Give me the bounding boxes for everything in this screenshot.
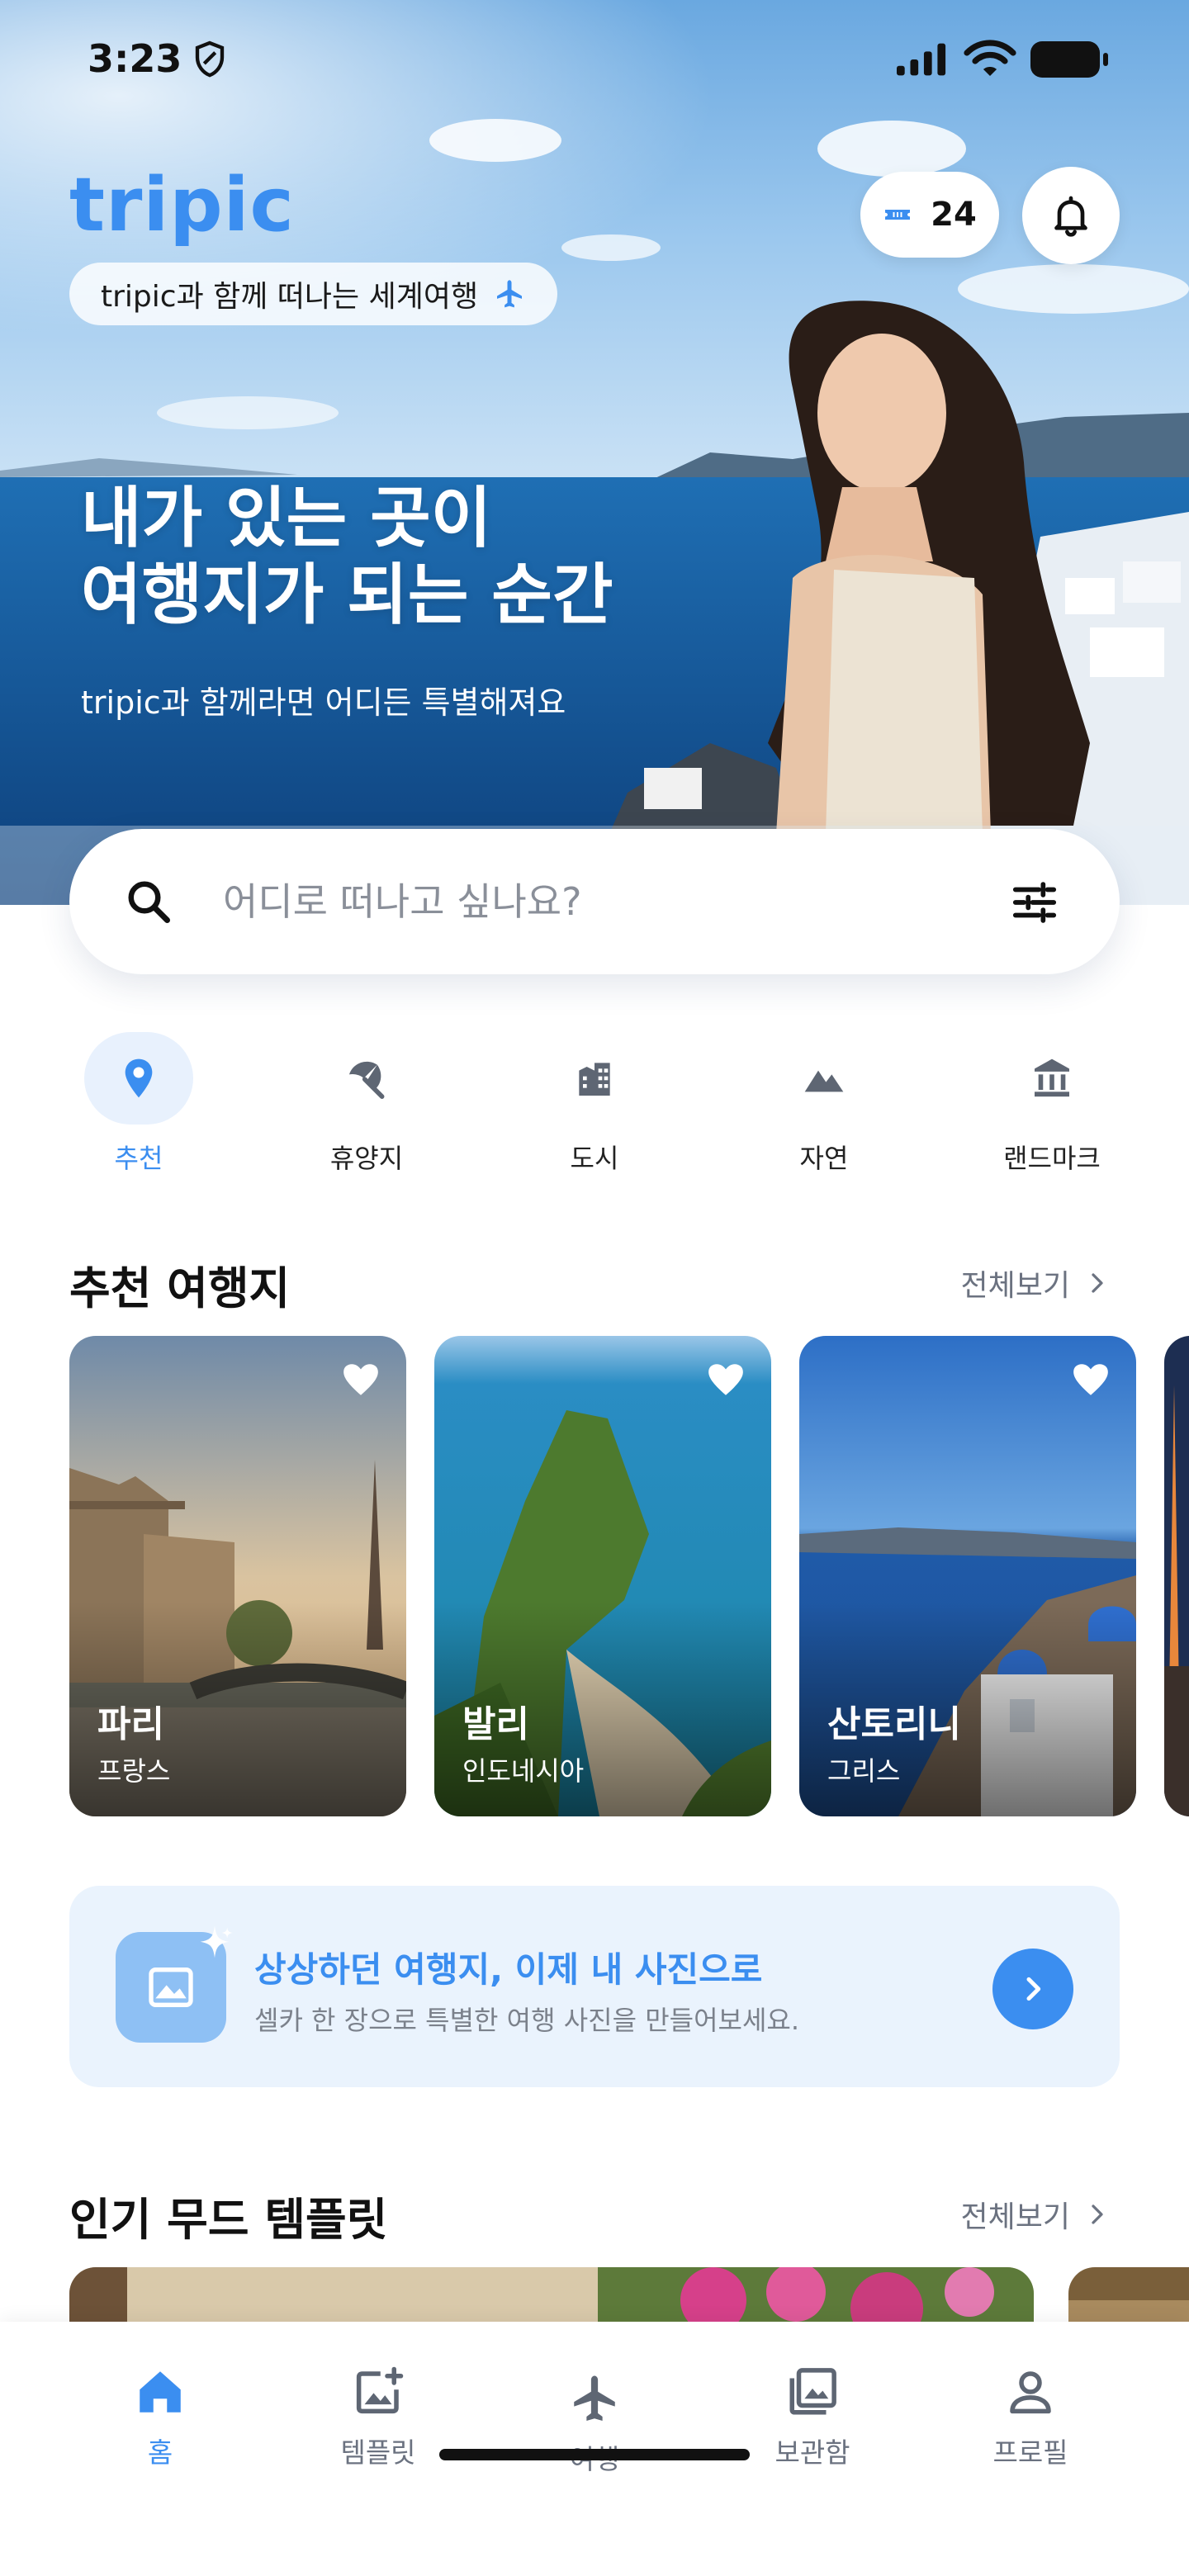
destination-city: 발리 — [462, 1703, 529, 1745]
tab-home[interactable]: 홈 — [78, 2365, 243, 2470]
bell-icon — [1054, 196, 1087, 237]
ticket-counter-button[interactable]: 24 — [860, 172, 999, 258]
brand-logo: tripic — [69, 162, 295, 249]
category-recommended[interactable]: 추천 — [56, 1032, 221, 1181]
tagline-text: tripic과 함께 떠나는 세계여행 — [101, 280, 479, 314]
tab-label: 템플릿 — [340, 2436, 416, 2469]
templates-section-title: 인기 무드 템플릿 — [69, 2194, 388, 2246]
category-label: 도시 — [570, 1143, 619, 1174]
destination-country: 프랑스 — [97, 1755, 171, 1787]
destination-country: 그리스 — [827, 1755, 901, 1787]
template-add-icon — [356, 2366, 404, 2414]
search-icon — [128, 881, 170, 923]
tab-label: 홈 — [147, 2436, 173, 2469]
category-nature[interactable]: 자연 — [741, 1032, 907, 1181]
mountain-icon — [804, 1070, 844, 1092]
destination-city: 파리 — [97, 1703, 164, 1745]
landmark-icon — [1035, 1058, 1069, 1097]
home-icon — [140, 2371, 181, 2413]
hero-background-image — [0, 0, 1189, 905]
sparkle-icon — [200, 1925, 233, 1958]
category-label: 자연 — [799, 1143, 849, 1174]
templates-see-all-link[interactable]: 전체보기 — [961, 2193, 1110, 2236]
hero-banner: 3:23 tripic tripic과 함께 떠나는 세계여행 24 내가 있는… — [0, 0, 1189, 905]
status-time: 3:23 — [88, 36, 182, 81]
see-all-label: 전체보기 — [960, 1269, 1070, 1303]
notification-button[interactable] — [1022, 167, 1120, 264]
promo-title: 상상하던 여행지, 이제 내 사진으로 — [254, 1949, 763, 1990]
chevron-right-icon — [1092, 2204, 1103, 2224]
category-label: 랜드마크 — [1003, 1143, 1101, 1174]
city-icon — [579, 1063, 610, 1096]
destination-card[interactable]: 산토리니 그리스 — [799, 1336, 1136, 1816]
ai-photo-promo-banner[interactable]: 상상하던 여행지, 이제 내 사진으로 셀카 한 장으로 특별한 여행 사진을 … — [69, 1886, 1120, 2087]
destination-card[interactable] — [1164, 1336, 1189, 1816]
tab-templates[interactable]: 템플릿 — [296, 2365, 461, 2470]
hero-title-line-1: 내가 있는 곳이 — [81, 480, 492, 556]
tab-trip[interactable]: 여행 — [512, 2371, 677, 2477]
hero-title-line-2: 여행지가 되는 순간 — [81, 556, 613, 633]
tagline-pill: tripic과 함께 떠나는 세계여행 — [69, 263, 558, 325]
destination-card[interactable]: 발리 인도네시아 — [434, 1336, 771, 1816]
destination-card[interactable]: 파리 프랑스 — [69, 1336, 406, 1816]
recommended-section-title: 추천 여행지 — [69, 1262, 291, 1314]
ticket-count: 24 — [931, 196, 977, 234]
tab-library[interactable]: 보관함 — [730, 2365, 895, 2470]
image-icon — [149, 1968, 193, 2007]
chevron-right-icon — [1026, 1977, 1041, 2001]
category-resort[interactable]: 휴양지 — [284, 1032, 449, 1181]
filter-icon[interactable] — [1009, 877, 1060, 928]
hero-subtitle: tripic과 함께라면 어디든 특별해져요 — [81, 684, 566, 721]
heart-icon[interactable] — [340, 1359, 381, 1400]
profile-icon — [1010, 2371, 1051, 2414]
see-all-label: 전체보기 — [960, 2200, 1070, 2234]
battery-icon — [1030, 41, 1108, 78]
heart-icon[interactable] — [705, 1359, 746, 1400]
category-label: 추천 — [114, 1143, 163, 1174]
destination-photo — [1164, 1336, 1189, 1816]
signal-icon — [897, 43, 946, 76]
destination-country: 인도네시아 — [462, 1755, 585, 1787]
category-tabs: 추천 휴양지 도시 자연 랜드마크 — [0, 1032, 1189, 1181]
category-city[interactable]: 도시 — [512, 1032, 677, 1181]
category-landmark[interactable]: 랜드마크 — [969, 1032, 1135, 1181]
location-pin-icon — [125, 1058, 153, 1098]
destination-city: 산토리니 — [827, 1703, 961, 1745]
ticket-icon — [885, 210, 911, 220]
airplane-icon — [497, 280, 523, 308]
wifi-icon — [964, 40, 1016, 76]
tab-profile[interactable]: 프로필 — [948, 2365, 1113, 2470]
recommended-destinations-carousel[interactable]: 파리 프랑스 발리 인도네시아 산토리니 그리스 — [69, 1336, 1189, 1816]
tab-label: 프로필 — [992, 2436, 1068, 2469]
recommended-see-all-link[interactable]: 전체보기 — [961, 1262, 1110, 1305]
chevron-right-icon — [1092, 1273, 1103, 1293]
airplane-icon — [574, 2375, 615, 2421]
home-indicator[interactable] — [439, 2449, 750, 2460]
hero-title: 내가 있는 곳이 여행지가 되는 순간 — [81, 480, 613, 634]
category-label: 휴양지 — [329, 1143, 404, 1174]
beach-umbrella-icon — [349, 1061, 385, 1099]
search-input[interactable] — [223, 870, 933, 933]
tab-label: 보관함 — [775, 2436, 850, 2469]
heart-icon[interactable] — [1070, 1359, 1111, 1400]
promo-subtitle: 셀카 한 장으로 특별한 여행 사진을 만들어보세요. — [254, 2005, 800, 2036]
promo-go-button[interactable] — [992, 1949, 1073, 2029]
shield-icon — [195, 40, 225, 78]
status-bar: 3:23 — [0, 0, 1189, 116]
gallery-icon — [789, 2368, 836, 2415]
search-bar[interactable] — [69, 829, 1120, 974]
